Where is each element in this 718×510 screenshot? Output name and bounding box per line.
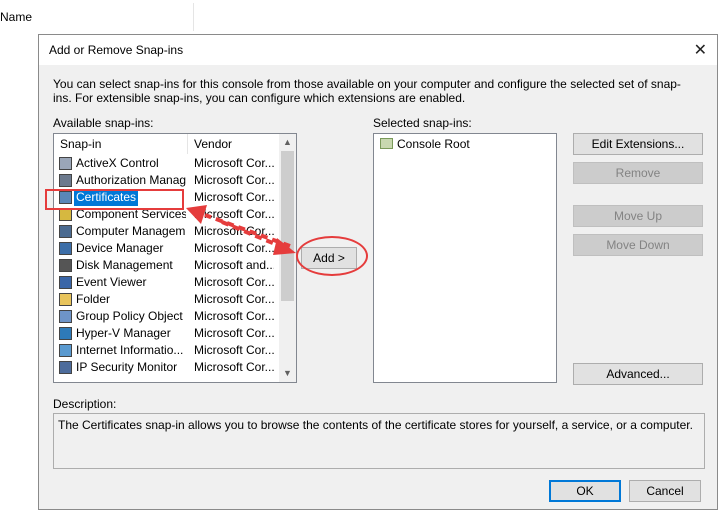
snapin-name: Disk Management	[76, 258, 173, 272]
folder-icon	[59, 293, 72, 306]
snapin-name: Device Manager	[76, 241, 164, 255]
list-item[interactable]: ActiveX Control Microsoft Cor...	[54, 155, 280, 172]
snapin-vendor: Microsoft Cor...	[194, 292, 274, 306]
dialog-title: Add or Remove Snap-ins	[49, 43, 184, 57]
description-label: Description:	[53, 397, 117, 411]
list-item[interactable]: Computer Managem... Microsoft Cor...	[54, 223, 280, 240]
console-root-label: Console Root	[397, 137, 470, 151]
list-item[interactable]: IP Security Monitor Microsoft Cor...	[54, 359, 280, 376]
event-viewer-icon	[59, 276, 72, 289]
add-button-highlight-circle	[296, 236, 368, 276]
snapin-name: Hyper-V Manager	[76, 326, 171, 340]
snapin-vendor: Microsoft Cor...	[194, 360, 274, 374]
list-scrollbar[interactable]: ▲ ▼	[279, 134, 296, 382]
certificates-highlight-box	[45, 189, 184, 210]
background-window-header: Name	[0, 0, 718, 34]
snapin-vendor: Microsoft Cor...	[194, 224, 274, 238]
list-item[interactable]: Disk Management Microsoft and...	[54, 257, 280, 274]
dialog-titlebar: Add or Remove Snap-ins ✕	[39, 35, 717, 65]
group-policy-icon	[59, 310, 72, 323]
list-item[interactable]: Hyper-V Manager Microsoft Cor...	[54, 325, 280, 342]
ip-security-icon	[59, 361, 72, 374]
snapin-vendor: Microsoft Cor...	[194, 173, 274, 187]
snapin-name: Group Policy Object ...	[76, 309, 186, 323]
iis-icon	[59, 344, 72, 357]
edit-extensions-button[interactable]: Edit Extensions...	[573, 133, 703, 155]
console-root-item[interactable]: Console Root	[380, 136, 470, 153]
disk-management-icon	[59, 259, 72, 272]
hyperv-icon	[59, 327, 72, 340]
snapin-vendor: Microsoft Cor...	[194, 309, 274, 323]
list-item[interactable]: Internet Informatio... Microsoft Cor...	[54, 342, 280, 359]
snapin-name: Folder	[76, 292, 111, 306]
snapin-vendor: Microsoft Cor...	[194, 190, 274, 204]
snapin-name: Event Viewer	[76, 275, 147, 289]
name-column-header[interactable]: Name	[0, 10, 32, 24]
scroll-up-icon[interactable]: ▲	[279, 134, 296, 151]
cancel-button[interactable]: Cancel	[629, 480, 701, 502]
move-down-button[interactable]: Move Down	[573, 234, 703, 256]
remove-button[interactable]: Remove	[573, 162, 703, 184]
available-snapins-list[interactable]: Snap-in Vendor ActiveX Control Microsoft …	[53, 133, 297, 383]
close-icon[interactable]: ✕	[694, 40, 707, 60]
selected-snapins-list[interactable]: Console Root	[373, 133, 557, 383]
available-snapins-label: Available snap-ins:	[53, 116, 154, 130]
vendor-column-header[interactable]: Vendor	[188, 134, 280, 154]
list-item[interactable]: Event Viewer Microsoft Cor...	[54, 274, 280, 291]
description-box: The Certificates snap-in allows you to b…	[53, 413, 705, 469]
intro-text: You can select snap-ins for this console…	[53, 77, 681, 105]
description-text: The Certificates snap-in allows you to b…	[58, 418, 693, 432]
move-up-button[interactable]: Move Up	[573, 205, 703, 227]
snapin-name: Computer Managem...	[76, 224, 186, 238]
snapin-name: Internet Informatio...	[76, 343, 184, 357]
snapin-name: ActiveX Control	[76, 156, 159, 170]
list-item[interactable]: Folder Microsoft Cor...	[54, 291, 280, 308]
list-item[interactable]: Authorization Manager Microsoft Cor...	[54, 172, 280, 189]
authorization-icon	[59, 174, 72, 187]
scroll-thumb[interactable]	[281, 151, 294, 301]
column-separator	[193, 3, 194, 31]
add-remove-snapins-dialog: Add or Remove Snap-ins ✕ You can select …	[38, 34, 718, 510]
snapin-vendor: Microsoft Cor...	[194, 207, 274, 221]
advanced-button[interactable]: Advanced...	[573, 363, 703, 385]
snapin-name: Authorization Manager	[76, 173, 186, 187]
snapin-vendor: Microsoft Cor...	[194, 326, 274, 340]
device-manager-icon	[59, 242, 72, 255]
snapin-vendor: Microsoft Cor...	[194, 275, 274, 289]
computer-management-icon	[59, 225, 72, 238]
ok-button[interactable]: OK	[549, 480, 621, 502]
snapin-vendor: Microsoft Cor...	[194, 156, 274, 170]
selected-snapins-label: Selected snap-ins:	[373, 116, 472, 130]
snapin-name: IP Security Monitor	[76, 360, 178, 374]
scroll-down-icon[interactable]: ▼	[279, 365, 296, 382]
snapin-vendor: Microsoft and...	[194, 258, 274, 272]
console-root-icon	[380, 138, 393, 149]
list-item[interactable]: Group Policy Object ... Microsoft Cor...	[54, 308, 280, 325]
snapin-column-header[interactable]: Snap-in	[54, 134, 188, 154]
snapin-vendor: Microsoft Cor...	[194, 343, 274, 357]
snapin-vendor: Microsoft Cor...	[194, 241, 274, 255]
activex-icon	[59, 157, 72, 170]
list-item[interactable]: Device Manager Microsoft Cor...	[54, 240, 280, 257]
